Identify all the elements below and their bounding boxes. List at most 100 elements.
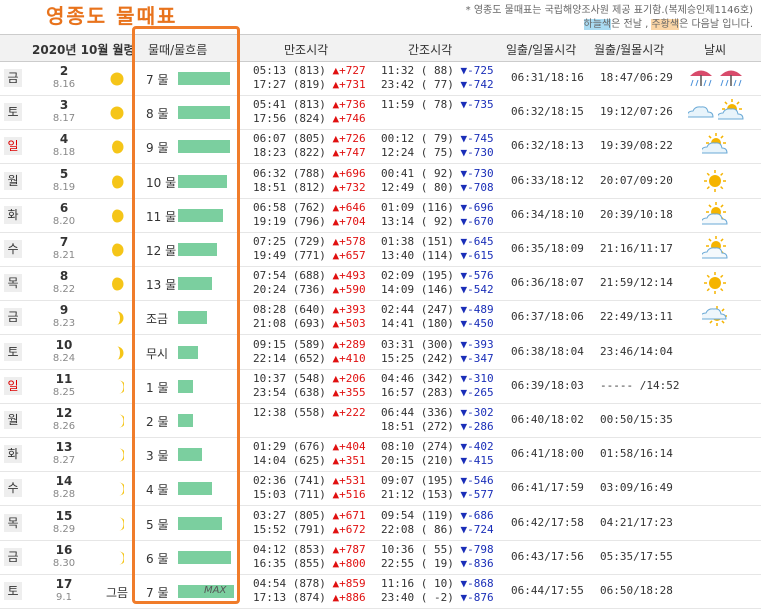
moon-phase-icon — [110, 276, 124, 291]
lunar-date: 8.19 — [52, 181, 76, 193]
solar-day: 3 — [59, 98, 69, 113]
table-row: 금 16 8.30 6 물 04:12 (853) ▲+787 16:35 (855) ▲… — [0, 540, 761, 575]
day-of-week: 월 — [4, 171, 22, 190]
table-row: 목 8 8.22 13 물 07:54 (688) ▲+493 20:24 (736) ▲… — [0, 266, 761, 302]
moon-phase-icon — [110, 447, 126, 462]
low-tide-time: 04:46 (342) — [381, 371, 454, 385]
moonrise-moonset: 21:16/11:17 — [600, 242, 673, 255]
low-tide-diff: ▼-686 — [460, 508, 494, 522]
table-row: 월 5 8.19 10 물 06:32 (788) ▲+696 18:51 (812) ▲… — [0, 164, 761, 199]
low-tide-time: 03:31 (300) — [381, 337, 454, 351]
high-tide-1: 12:38 (558) ▲+222 — [253, 406, 366, 420]
high-tide-diff: ▲+493 — [332, 269, 366, 283]
low-tide-1: 00:12 ( 79) ▼-745 — [381, 132, 494, 146]
low-tide-diff: ▼-725 — [460, 64, 494, 77]
high-tide-time: 21:08 (693) — [253, 317, 326, 331]
sunrise-sunset: 06:42/17:58 — [511, 515, 584, 529]
high-tide-1: 09:15 (589) ▲+289 — [253, 338, 366, 352]
high-tide-time: 19:19 (796) — [253, 214, 326, 228]
high-tide-time: 09:15 (589) — [253, 337, 326, 351]
low-tide-2: 14:41 (180) ▼-450 — [381, 317, 494, 331]
low-tide-2: 18:51 (272) ▼-286 — [381, 420, 494, 434]
weather-sun-cloud-light-icon — [700, 236, 728, 262]
low-tide-1: 00:41 ( 92) ▼-730 — [381, 167, 494, 181]
low-tide-2: 23:40 ( -2) ▼-876 — [381, 591, 494, 605]
high-tide-diff: ▲+787 — [332, 542, 366, 556]
moonrise-moonset: 01:58/16:14 — [600, 447, 673, 461]
high-tide-2: 18:23 (822) ▲+747 — [253, 146, 366, 160]
moon-phase-icon — [110, 379, 126, 394]
low-tide-2: 12:49 ( 80) ▼-708 — [381, 181, 494, 195]
moon-phase-icon — [110, 71, 124, 86]
moonrise-moonset: 06:50/18:28 — [600, 584, 673, 597]
low-tide-2: 13:40 (114) ▼-615 — [381, 249, 494, 263]
low-tide-diff: ▼-868 — [460, 577, 494, 590]
moonrise-moonset: ----- /14:52 — [600, 378, 680, 392]
high-tide-2: 23:54 (638) ▲+355 — [253, 386, 366, 400]
low-tide-time: 08:10 (274) — [381, 440, 454, 454]
high-tide-diff: ▲+393 — [332, 303, 366, 317]
low-tide-diff: ▼-393 — [460, 337, 494, 351]
high-tide-time: 06:07 (805) — [253, 132, 326, 146]
low-tide-1: 04:46 (342) ▼-310 — [381, 372, 494, 386]
high-tide-diff: ▲+578 — [332, 235, 366, 248]
low-tide-1: 10:36 ( 55) ▼-798 — [381, 543, 494, 557]
low-tide-time: 14:09 (146) — [381, 283, 454, 297]
weather-rain-icon — [718, 65, 744, 91]
high-tide-2: 16:35 (855) ▲+800 — [253, 557, 366, 571]
high-tide-diff: ▲+671 — [332, 508, 366, 522]
header-sunrise-sunset: 일출/일몰시각 — [506, 43, 577, 57]
sunrise-sunset: 06:40/18:02 — [511, 413, 584, 426]
high-tide-2: 21:08 (693) ▲+503 — [253, 317, 366, 331]
high-tide-2: 19:49 (771) ▲+657 — [253, 249, 366, 263]
low-tide-1: 01:38 (151) ▼-645 — [381, 235, 494, 249]
high-tide-2: 22:14 (652) ▲+410 — [253, 352, 366, 366]
high-tide-time: 15:03 (711) — [253, 488, 326, 502]
tide-column-highlight — [132, 26, 240, 604]
lunar-date: 8.29 — [52, 523, 76, 535]
high-tide-time: 05:13 (813) — [253, 64, 326, 77]
solar-day: 8 — [59, 269, 69, 284]
sunrise-sunset: 06:31/18:16 — [511, 71, 584, 84]
high-tide-diff: ▲+746 — [332, 112, 366, 126]
low-tide-1: 09:07 (195) ▼-546 — [381, 474, 494, 488]
high-tide-1: 05:41 (813) ▲+736 — [253, 98, 366, 112]
high-tide-diff: ▲+800 — [332, 556, 366, 570]
high-tide-time: 06:32 (788) — [253, 166, 326, 180]
high-tide-1: 06:07 (805) ▲+726 — [253, 132, 366, 146]
day-of-week: 화 — [4, 445, 22, 464]
moonrise-moonset: 05:35/17:55 — [600, 549, 673, 563]
high-tide-time: 01:29 (676) — [253, 440, 326, 454]
weather-rain-icon — [688, 65, 714, 91]
low-tide-time: 09:54 (119) — [381, 508, 454, 522]
solar-day: 5 — [59, 166, 69, 181]
lunar-date: 8.24 — [52, 352, 76, 364]
high-tide-1: 10:37 (548) ▲+206 — [253, 372, 366, 386]
moonrise-moonset: 20:07/09:20 — [600, 173, 673, 187]
table-row: 월 12 8.26 2 물 12:38 (558) ▲+222 06:44 (336) … — [0, 403, 761, 438]
high-tide-diff: ▲+289 — [332, 337, 366, 351]
sunrise-sunset: 06:32/18:15 — [511, 105, 584, 119]
moon-phase-icon — [110, 310, 124, 325]
low-tide-time: 20:15 (210) — [381, 454, 454, 468]
low-tide-time: 15:25 (242) — [381, 351, 454, 365]
weather-sun-cloud-icon — [700, 133, 728, 159]
low-tide-2: 20:15 (210) ▼-415 — [381, 454, 494, 468]
high-tide-time: 22:14 (652) — [253, 351, 326, 365]
day-of-week: 금 — [4, 308, 22, 327]
solar-day: 4 — [59, 132, 69, 147]
page-title: 영종도 물때표 — [46, 4, 178, 28]
solar-day: 13 — [55, 440, 73, 455]
high-tide-diff: ▲+747 — [332, 146, 366, 160]
low-tide-time: 06:44 (336) — [381, 406, 454, 419]
sunrise-sunset: 06:41/17:59 — [511, 481, 584, 495]
notice-line-2: 하늘색은 전날 , 주황색은 다음날 입니다. — [466, 18, 753, 32]
high-tide-2: 17:27 (819) ▲+731 — [253, 78, 366, 92]
day-of-week: 금 — [4, 69, 22, 87]
day-of-week: 일 — [4, 137, 22, 156]
table-row: 금 9 8.23 조금 08:28 (640) ▲+393 21:08 (693) ▲+5… — [0, 300, 761, 336]
low-tide-time: 00:41 ( 92) — [381, 166, 454, 180]
low-tide-2: 12:24 ( 75) ▼-730 — [381, 146, 494, 160]
high-tide-time: 04:12 (853) — [253, 542, 326, 556]
low-tide-1: 11:59 ( 78) ▼-735 — [381, 98, 494, 112]
